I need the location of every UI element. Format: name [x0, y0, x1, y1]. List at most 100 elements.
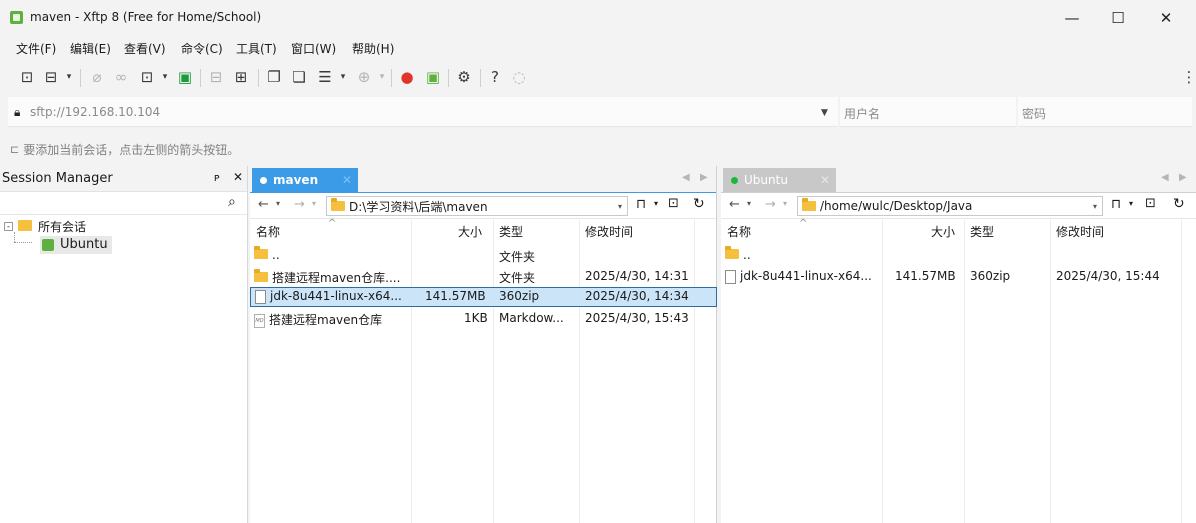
markdown-file-icon: MD — [254, 313, 265, 328]
table-row[interactable]: .. — [721, 246, 1196, 266]
gear-icon[interactable]: ⚙ — [455, 68, 473, 86]
xshell-icon[interactable]: ● — [398, 68, 416, 86]
link-icon[interactable]: ∞ — [112, 68, 130, 86]
menu-file[interactable]: 文件(F) — [16, 40, 56, 57]
open-session-icon[interactable]: ⊟ — [42, 68, 60, 86]
back-icon[interactable]: ← — [258, 197, 269, 212]
session-close-icon[interactable]: ✕ — [233, 170, 243, 184]
chevron-down-icon[interactable]: ▾ — [373, 68, 391, 86]
chevron-down-icon[interactable]: ▾ — [60, 68, 78, 86]
chevron-down-icon[interactable]: ▾ — [747, 199, 751, 208]
chat-icon[interactable]: ◌ — [510, 68, 528, 86]
tab-close-icon[interactable]: ✕ — [820, 173, 830, 187]
tab-prev-icon[interactable]: ◀ — [1161, 172, 1169, 183]
column-headers: 名称 ^ 大小 类型 修改时间 — [721, 218, 1196, 242]
chevron-down-icon[interactable]: ▾ — [618, 202, 622, 211]
col-name[interactable]: 名称 — [727, 223, 751, 240]
pin-icon[interactable]: ᴘ — [214, 171, 220, 184]
tab-local[interactable]: maven ✕ — [252, 168, 358, 192]
tree-item-ubuntu[interactable]: Ubuntu — [40, 236, 112, 254]
transfer-left-icon[interactable]: ⊟ — [207, 68, 225, 86]
tab-next-icon[interactable]: ▶ — [700, 172, 708, 183]
add-session-hint: ⊏ 要添加当前会话，点击左侧的箭头按钮。 — [10, 141, 239, 158]
username-input[interactable]: 用户名 — [844, 105, 880, 122]
host-field[interactable]: 🔒︎ sftp://192.168.10.104 ▼ — [8, 97, 838, 127]
menu-window[interactable]: 窗口(W) — [291, 40, 336, 57]
menu-command[interactable]: 命令(C) — [181, 40, 223, 57]
col-size[interactable]: 大小 — [931, 223, 955, 240]
col-type[interactable]: 类型 — [970, 223, 994, 240]
bookmark-icon[interactable]: ⊓ — [636, 197, 646, 212]
bookmark-icon[interactable]: ⊓ — [1111, 197, 1121, 212]
file-type: 360zip — [970, 269, 1011, 283]
folder-icon — [802, 198, 816, 211]
chevron-down-icon[interactable]: ▾ — [1129, 199, 1133, 208]
xftp-icon[interactable]: ▣ — [424, 68, 442, 86]
copy-icon[interactable]: ❐ — [265, 68, 283, 86]
help-icon[interactable]: ? — [486, 68, 504, 86]
col-size[interactable]: 大小 — [458, 223, 482, 240]
maximize-button[interactable]: ☐ — [1098, 4, 1138, 32]
refresh-icon[interactable]: ↻ — [1173, 196, 1185, 212]
tab-next-icon[interactable]: ▶ — [1179, 172, 1187, 183]
transfer-right-icon[interactable]: ⊞ — [232, 68, 250, 86]
table-row-selected[interactable]: jdk-8u441-linux-x64... 141.57MB 360zip 2… — [250, 287, 717, 307]
refresh-icon[interactable]: ↻ — [693, 196, 705, 212]
more-options-icon[interactable]: ⋮ — [1180, 68, 1196, 86]
menu-tools[interactable]: 工具(T) — [236, 40, 277, 57]
menu-edit[interactable]: 编辑(E) — [70, 40, 111, 57]
close-button[interactable]: ✕ — [1146, 4, 1186, 32]
folder-icon — [18, 220, 32, 231]
username-field[interactable]: 用户名 — [840, 97, 1016, 127]
tab-remote[interactable]: Ubuntu ✕ — [723, 168, 836, 192]
parent-folder-icon[interactable]: ⊡ — [668, 196, 679, 211]
tree-item-label: Ubuntu — [60, 237, 108, 252]
chevron-down-icon[interactable]: ▾ — [1093, 202, 1097, 211]
file-modified: 2025/4/30, 14:31 — [585, 269, 689, 283]
minimize-button[interactable]: — — [1052, 4, 1092, 32]
paste-icon[interactable]: ❏ — [290, 68, 308, 86]
forward-icon[interactable]: → — [294, 197, 305, 212]
password-input[interactable]: 密码 — [1022, 105, 1046, 122]
chevron-down-icon[interactable]: ▾ — [276, 199, 280, 208]
search-icon[interactable]: ⌕ — [228, 194, 236, 210]
local-pane: maven ✕ ◀ ▶ ← ▾ → ▾ D:\学习资料\后端\maven ▾ ⊓… — [250, 166, 717, 523]
chevron-down-icon[interactable]: ▾ — [312, 199, 316, 208]
col-type[interactable]: 类型 — [499, 223, 523, 240]
menu-view[interactable]: 查看(V) — [124, 40, 166, 57]
table-row[interactable]: jdk-8u441-linux-x64... 141.57MB 360zip 2… — [721, 267, 1196, 287]
new-session-icon[interactable]: ⊡ — [18, 68, 36, 86]
parent-folder-icon[interactable]: ⊡ — [1145, 196, 1156, 211]
globe-icon[interactable]: ⊕ — [355, 68, 373, 86]
address-bar: 🔒︎ sftp://192.168.10.104 ▼ 用户名 密码 — [0, 97, 1196, 127]
password-field[interactable]: 密码 — [1018, 97, 1192, 127]
menu-help[interactable]: 帮助(H) — [352, 40, 394, 57]
title-bar: maven - Xftp 8 (Free for Home/School) — … — [0, 0, 1196, 36]
tab-prev-icon[interactable]: ◀ — [682, 172, 690, 183]
chevron-down-icon[interactable]: ▾ — [654, 199, 658, 208]
chevron-down-icon[interactable]: ▾ — [783, 199, 787, 208]
tab-close-icon[interactable]: ✕ — [342, 173, 352, 187]
col-name[interactable]: 名称 — [256, 223, 280, 240]
chevron-down-icon[interactable]: ▼ — [821, 108, 828, 118]
table-row[interactable]: 搭建远程maven仓库.... 文件夹 2025/4/30, 14:31 — [250, 267, 717, 287]
remote-path-input[interactable]: /home/wulc/Desktop/Java ▾ — [797, 196, 1103, 216]
host-input[interactable]: sftp://192.168.10.104 — [30, 105, 160, 119]
collapse-icon[interactable]: - — [4, 222, 13, 231]
chevron-down-icon[interactable]: ▾ — [156, 68, 174, 86]
table-row[interactable]: MD 搭建远程maven仓库 1KB Markdow... 2025/4/30, … — [250, 309, 717, 329]
back-icon[interactable]: ← — [729, 197, 740, 212]
col-modified[interactable]: 修改时间 — [585, 223, 633, 240]
new-tab-icon[interactable]: ⊡ — [138, 68, 156, 86]
forward-icon[interactable]: → — [765, 197, 776, 212]
table-row[interactable]: .. 文件夹 — [250, 246, 717, 266]
local-path-input[interactable]: D:\学习资料\后端\maven ▾ — [326, 196, 628, 216]
file-modified: 2025/4/30, 14:34 — [585, 289, 689, 303]
list-view-icon[interactable]: ☰ — [316, 68, 334, 86]
col-modified[interactable]: 修改时间 — [1056, 223, 1104, 240]
remote-pane: Ubuntu ✕ ◀ ▶ ← ▾ → ▾ /home/wulc/Desktop/… — [721, 166, 1196, 523]
disconnect-icon[interactable]: ⌀ — [88, 68, 106, 86]
play-icon[interactable]: ▣ — [176, 68, 194, 86]
chevron-down-icon[interactable]: ▾ — [334, 68, 352, 86]
add-session-arrow-icon[interactable]: ⊏ — [10, 143, 19, 156]
